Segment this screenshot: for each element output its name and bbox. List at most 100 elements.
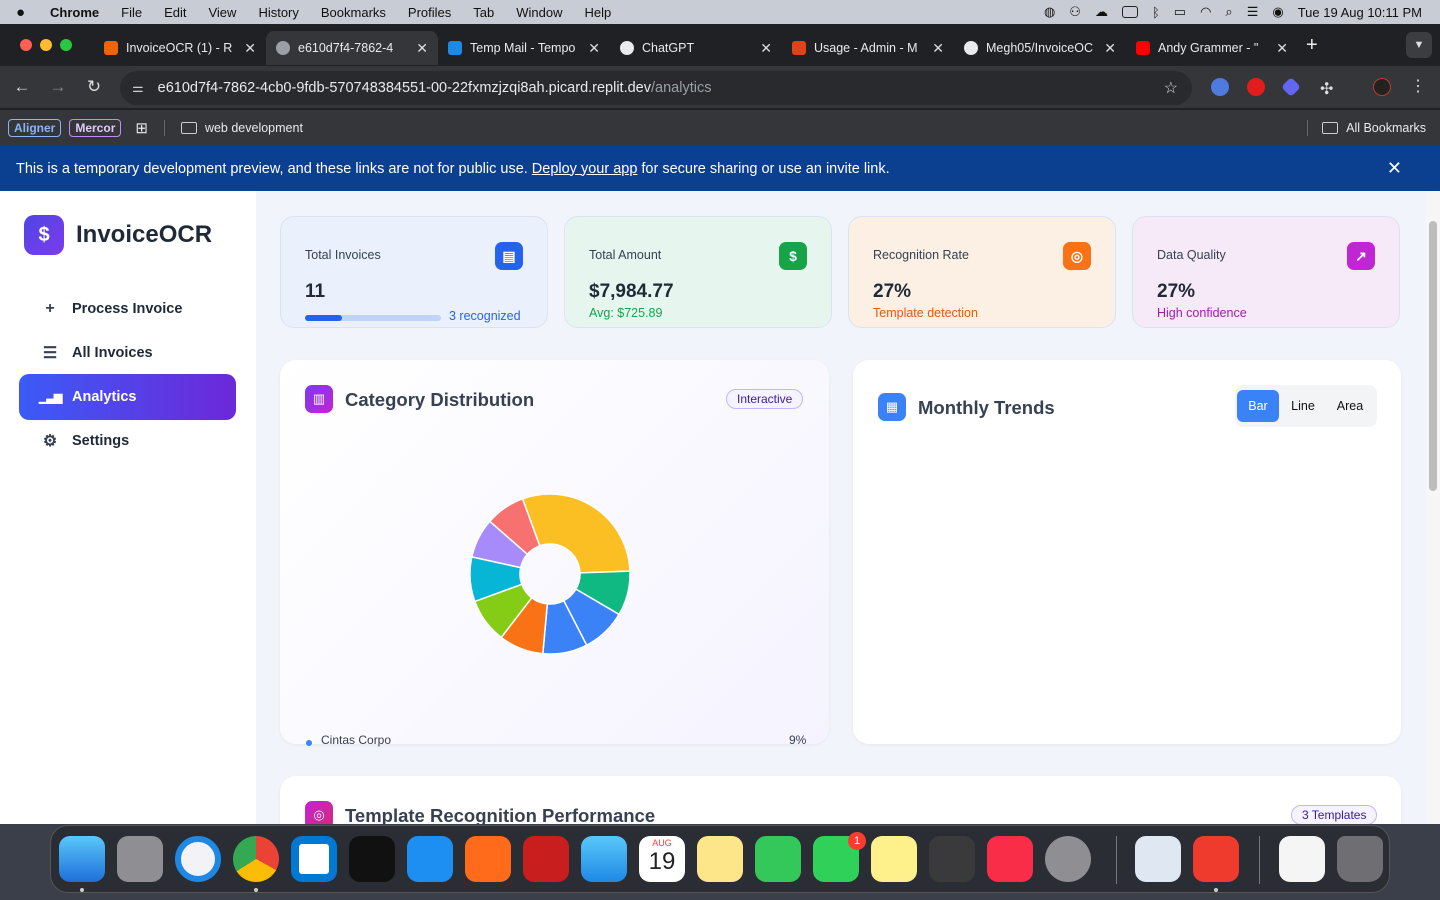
toggle-line-button[interactable]: Line	[1283, 390, 1323, 422]
unity-icon[interactable]	[349, 836, 395, 882]
menu-tab[interactable]: Tab	[473, 5, 494, 20]
docker-icon[interactable]	[407, 836, 453, 882]
control-center-icon[interactable]: ☰	[1247, 4, 1259, 20]
filezilla-icon[interactable]	[523, 836, 569, 882]
extension-icon-2[interactable]	[1247, 78, 1265, 96]
tab-close-icon[interactable]: ✕	[1276, 40, 1288, 57]
reload-icon[interactable]: ↻	[76, 77, 112, 97]
stickies-icon[interactable]	[871, 836, 917, 882]
sublime-text-icon[interactable]	[929, 836, 975, 882]
bookmark-aligner[interactable]: Aligner	[8, 119, 62, 137]
minimize-window-button[interactable]	[40, 39, 52, 51]
tab-search-chevron-icon[interactable]: ▼	[1406, 32, 1432, 58]
bookmark-mercor[interactable]: Mercor	[69, 119, 122, 137]
display-icon[interactable]	[1121, 6, 1138, 18]
site-settings-icon[interactable]: ⚌	[132, 80, 144, 96]
status-area: ◍ ⚇ ☁ ᛒ ▭ ◠ ⌕ ☰ ◉ Tue 19 Aug 10:11 PM	[1044, 0, 1422, 24]
tab-temp-mail[interactable]: Temp Mail - Tempo ✕	[438, 31, 610, 65]
clock[interactable]: Tue 19 Aug 10:11 PM	[1298, 5, 1422, 20]
menu-profiles[interactable]: Profiles	[408, 5, 451, 20]
menu-file[interactable]: File	[121, 5, 142, 20]
bookmark-star-icon[interactable]: ☆	[1164, 78, 1178, 98]
apple-menu-icon[interactable]: ●	[16, 4, 36, 21]
profile-avatar[interactable]	[1373, 78, 1391, 96]
new-tab-button[interactable]: +	[1306, 34, 1318, 57]
trash-icon[interactable]	[1337, 836, 1383, 882]
wifi-icon[interactable]: ◠	[1200, 4, 1211, 20]
tab-close-icon[interactable]: ✕	[1104, 40, 1116, 57]
address-bar[interactable]: ⚌ e610d7f4-7862-4cb0-9fdb-570748384551-0…	[120, 71, 1192, 105]
page-scrollbar[interactable]	[1426, 191, 1440, 824]
legend-label[interactable]: Cintas Corpo	[321, 733, 391, 747]
spotlight-icon[interactable]: ⌕	[1225, 4, 1232, 20]
zoom-window-button[interactable]	[60, 39, 72, 51]
toggle-bar-button[interactable]: Bar	[1237, 390, 1279, 422]
safari-icon[interactable]	[175, 836, 221, 882]
forward-arrow-icon[interactable]: →	[40, 77, 76, 97]
extension-icon-1[interactable]	[1211, 78, 1229, 96]
scrollbar-thumb[interactable]	[1429, 221, 1437, 491]
sidebar-item-settings[interactable]: ⚙ Settings	[19, 418, 236, 464]
extensions-puzzle-icon[interactable]: ✣	[1320, 79, 1338, 98]
sidebar-item-all-invoices[interactable]: ☰ All Invoices	[19, 330, 236, 376]
more-menu-icon[interactable]: ⋮	[1410, 76, 1428, 95]
battery-icon[interactable]: ▭	[1174, 4, 1186, 20]
tab-youtube[interactable]: Andy Grammer - " ✕	[1126, 31, 1298, 65]
tab-close-icon[interactable]: ✕	[416, 40, 428, 57]
vpn-icon[interactable]: ◍	[1044, 4, 1055, 20]
banner-close-icon[interactable]: ✕	[1387, 158, 1402, 179]
menu-window[interactable]: Window	[516, 5, 562, 20]
chrome-icon[interactable]	[233, 836, 279, 882]
vscode-icon[interactable]	[291, 836, 337, 882]
trends-title: Monthly Trends	[918, 397, 1055, 418]
tab-close-icon[interactable]: ✕	[760, 40, 772, 57]
mail-app-icon[interactable]	[581, 836, 627, 882]
dollar-icon: $	[779, 242, 807, 270]
siri-icon[interactable]: ◉	[1272, 4, 1283, 20]
system-settings-icon[interactable]	[1045, 836, 1091, 882]
template-title: Template Recognition Performance	[345, 805, 656, 824]
launchpad-icon[interactable]	[117, 836, 163, 882]
category-title: Category Distribution	[345, 389, 535, 410]
tab-invoiceocr[interactable]: InvoiceOCR (1) - R ✕	[94, 31, 266, 65]
menu-help[interactable]: Help	[585, 5, 612, 20]
templates-count-badge: 3 Templates	[1291, 805, 1378, 824]
tab-github[interactable]: Megh05/InvoiceOC ✕	[954, 31, 1126, 65]
user-status-icon[interactable]: ⚇	[1069, 4, 1081, 20]
bluetooth-icon[interactable]: ᛒ	[1152, 5, 1160, 20]
donut-slice-0[interactable]	[521, 493, 631, 574]
creative-cloud-icon[interactable]: ☁	[1095, 4, 1108, 20]
sidebar-item-analytics[interactable]: ▁▃▆ Analytics	[19, 374, 236, 420]
menu-view[interactable]: View	[208, 5, 236, 20]
music-icon[interactable]	[987, 836, 1033, 882]
menu-bookmarks[interactable]: Bookmarks	[321, 5, 386, 20]
tab-close-icon[interactable]: ✕	[932, 40, 944, 57]
stat-card-recognition-rate: Recognition Rate 27% Template detection …	[848, 216, 1116, 328]
downloads-stack-icon[interactable]	[1279, 836, 1325, 882]
category-donut-chart[interactable]	[469, 493, 631, 655]
preview-icon[interactable]	[1135, 836, 1181, 882]
apps-grid-icon[interactable]: ⊞	[135, 119, 148, 137]
vectornator-icon[interactable]	[465, 836, 511, 882]
messages-icon[interactable]	[755, 836, 801, 882]
tab-close-icon[interactable]: ✕	[588, 40, 600, 57]
bookmark-web-development[interactable]: web development	[205, 121, 303, 135]
anydesk-icon[interactable]	[1193, 836, 1239, 882]
notes-icon[interactable]	[697, 836, 743, 882]
tab-preview-active[interactable]: e610d7f4-7862-4 ✕	[266, 31, 438, 65]
deploy-link[interactable]: Deploy your app	[532, 161, 638, 177]
tab-usage-admin[interactable]: Usage - Admin - M ✕	[782, 31, 954, 65]
toggle-area-button[interactable]: Area	[1327, 390, 1373, 422]
sidebar-item-process-invoice[interactable]: + Process Invoice	[19, 286, 236, 332]
finder-icon[interactable]	[59, 836, 105, 882]
close-window-button[interactable]	[20, 39, 32, 51]
tab-chatgpt[interactable]: ChatGPT ✕	[610, 31, 782, 65]
menu-edit[interactable]: Edit	[164, 5, 186, 20]
calendar-app-icon[interactable]: AUG 19	[639, 836, 685, 882]
menu-history[interactable]: History	[258, 5, 298, 20]
back-arrow-icon[interactable]: ←	[4, 77, 40, 97]
all-bookmarks[interactable]: All Bookmarks	[1346, 121, 1426, 135]
tab-close-icon[interactable]: ✕	[244, 40, 256, 57]
banner-text-post: for secure sharing or use an invite link…	[641, 160, 890, 177]
menu-app-chrome[interactable]: Chrome	[50, 5, 99, 20]
